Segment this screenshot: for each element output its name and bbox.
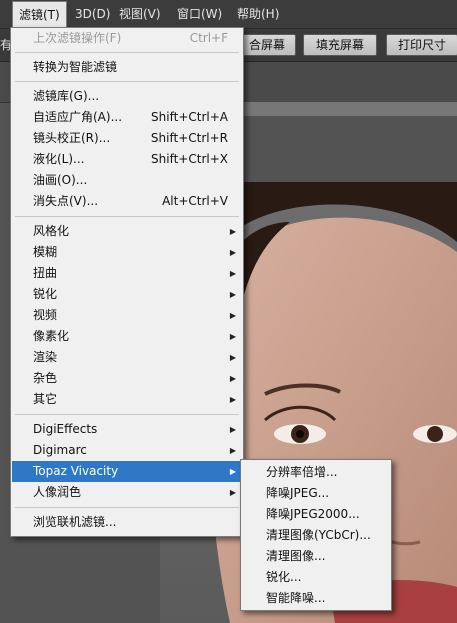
browse-online-label: 浏览联机滤镜...	[33, 515, 117, 529]
submenu-arrow-icon: ▶	[229, 353, 236, 362]
vanishing-point-label: 消失点(V)...	[33, 194, 99, 208]
denoise-jpeg-label: 降噪JPEG...	[266, 486, 330, 500]
digieffects-label: DigiEffects	[33, 422, 98, 436]
menu-item-digimarc[interactable]: Digimarc ▶	[12, 440, 242, 461]
smart-denoise-label: 智能降噪...	[266, 591, 326, 605]
menu-divider	[15, 216, 239, 217]
lens-correction-shortcut: Shift+Ctrl+R	[150, 131, 228, 145]
fit-screen-button[interactable]: 合屏幕	[238, 34, 296, 56]
topaz-vivacity-label: Topaz Vivacity	[33, 464, 119, 478]
video-label: 视频	[33, 308, 58, 322]
blur-label: 模糊	[33, 245, 58, 259]
menu-item-adaptive-wide-angle[interactable]: 自适应广角(A)... Shift+Ctrl+A	[12, 107, 242, 128]
menu-item-topaz-vivacity[interactable]: Topaz Vivacity ▶	[12, 461, 242, 482]
liquify-label: 液化(L)...	[33, 152, 85, 166]
menu-item-portrait-retouch[interactable]: 人像润色 ▶	[12, 482, 242, 503]
submenu-arrow-icon: ▶	[229, 332, 236, 341]
menu-filter[interactable]: 滤镜(T)	[12, 1, 67, 28]
adaptive-wide-shortcut: Shift+Ctrl+A	[151, 110, 228, 124]
submenu-arrow-icon: ▶	[229, 467, 236, 476]
menu-item-convert-smart-filter[interactable]: 转换为智能滤镜	[12, 57, 242, 78]
filter-menu: 上次滤镜操作(F) Ctrl+F 转换为智能滤镜 滤镜库(G)... 自适应广角…	[10, 27, 244, 537]
noise-label: 杂色	[33, 371, 58, 385]
menu-item-digieffects[interactable]: DigiEffects ▶	[12, 419, 242, 440]
submenu-item-resolution-multiply[interactable]: 分辨率倍增...	[242, 462, 390, 483]
menu-item-stylize[interactable]: 风格化 ▶	[12, 221, 242, 242]
sharpen-sub-label: 锐化...	[266, 570, 302, 584]
submenu-item-clean-ycbcr[interactable]: 清理图像(YCbCr)...	[242, 525, 390, 546]
menu-divider	[15, 81, 239, 82]
lens-correction-label: 镜头校正(R)...	[33, 131, 111, 145]
menu-divider	[15, 507, 239, 508]
denoise-jpeg2000-label: 降噪JPEG2000...	[266, 507, 360, 521]
menu-item-browse-online-filters[interactable]: 浏览联机滤镜...	[12, 512, 242, 533]
liquify-shortcut: Shift+Ctrl+X	[151, 152, 228, 166]
submenu-arrow-icon: ▶	[229, 227, 236, 236]
distort-label: 扭曲	[33, 266, 58, 280]
clean-image-label: 清理图像...	[266, 549, 326, 563]
submenu-arrow-icon: ▶	[229, 311, 236, 320]
submenu-item-smart-denoise[interactable]: 智能降噪...	[242, 588, 390, 609]
adaptive-wide-label: 自适应广角(A)...	[33, 110, 123, 124]
menu-item-distort[interactable]: 扭曲 ▶	[12, 263, 242, 284]
menu-item-pixelate[interactable]: 像素化 ▶	[12, 326, 242, 347]
menu-item-blur[interactable]: 模糊 ▶	[12, 242, 242, 263]
vanishing-point-shortcut: Alt+Ctrl+V	[162, 194, 228, 208]
print-size-button[interactable]: 打印尺寸	[386, 34, 457, 56]
submenu-item-sharpen[interactable]: 锐化...	[242, 567, 390, 588]
menu-item-vanishing-point[interactable]: 消失点(V)... Alt+Ctrl+V	[12, 191, 242, 212]
submenu-arrow-icon: ▶	[229, 374, 236, 383]
gallery-label: 滤镜库(G)...	[33, 89, 100, 103]
menu-bar: 滤镜(T) 3D(D) 视图(V) 窗口(W) 帮助(H)	[0, 0, 457, 29]
submenu-arrow-icon: ▶	[229, 446, 236, 455]
resolution-multiply-label: 分辨率倍增...	[266, 465, 338, 479]
submenu-arrow-icon: ▶	[229, 248, 236, 257]
last-filter-label: 上次滤镜操作(F)	[33, 31, 122, 45]
convert-label: 转换为智能滤镜	[33, 60, 118, 74]
sharpen-label: 锐化	[33, 287, 58, 301]
menu-3d[interactable]: 3D(D)	[69, 0, 116, 28]
menu-item-liquify[interactable]: 液化(L)... Shift+Ctrl+X	[12, 149, 242, 170]
submenu-item-clean-image[interactable]: 清理图像...	[242, 546, 390, 567]
oil-paint-label: 油画(O)...	[33, 173, 88, 187]
clean-ycbcr-label: 清理图像(YCbCr)...	[266, 528, 371, 542]
submenu-arrow-icon: ▶	[229, 269, 236, 278]
portrait-retouch-label: 人像润色	[33, 485, 82, 499]
menu-item-sharpen[interactable]: 锐化 ▶	[12, 284, 242, 305]
menu-divider	[15, 52, 239, 53]
render-label: 渲染	[33, 350, 58, 364]
other-label: 其它	[33, 392, 58, 406]
menu-item-lens-correction[interactable]: 镜头校正(R)... Shift+Ctrl+R	[12, 128, 242, 149]
pixelate-label: 像素化	[33, 329, 70, 343]
menu-window[interactable]: 窗口(W)	[171, 0, 228, 28]
menu-item-other[interactable]: 其它 ▶	[12, 389, 242, 410]
last-filter-shortcut: Ctrl+F	[189, 31, 228, 45]
menu-item-oil-paint[interactable]: 油画(O)...	[12, 170, 242, 191]
digimarc-label: Digimarc	[33, 443, 87, 457]
submenu-arrow-icon: ▶	[229, 395, 236, 404]
menu-item-last-filter: 上次滤镜操作(F) Ctrl+F	[12, 28, 242, 49]
menu-divider	[15, 414, 239, 415]
topaz-vivacity-submenu: 分辨率倍增... 降噪JPEG... 降噪JPEG2000... 清理图像(YC…	[240, 459, 392, 611]
submenu-item-denoise-jpeg[interactable]: 降噪JPEG...	[242, 483, 390, 504]
menu-item-filter-gallery[interactable]: 滤镜库(G)...	[12, 86, 242, 107]
submenu-item-denoise-jpeg2000[interactable]: 降噪JPEG2000...	[242, 504, 390, 525]
menu-help[interactable]: 帮助(H)	[231, 0, 285, 28]
stylize-label: 风格化	[33, 224, 70, 238]
submenu-arrow-icon: ▶	[229, 488, 236, 497]
menu-view[interactable]: 视图(V)	[113, 0, 167, 28]
menu-item-noise[interactable]: 杂色 ▶	[12, 368, 242, 389]
fill-screen-button[interactable]: 填充屏幕	[303, 34, 377, 56]
submenu-arrow-icon: ▶	[229, 425, 236, 434]
menu-item-render[interactable]: 渲染 ▶	[12, 347, 242, 368]
submenu-arrow-icon: ▶	[229, 290, 236, 299]
menu-item-video[interactable]: 视频 ▶	[12, 305, 242, 326]
